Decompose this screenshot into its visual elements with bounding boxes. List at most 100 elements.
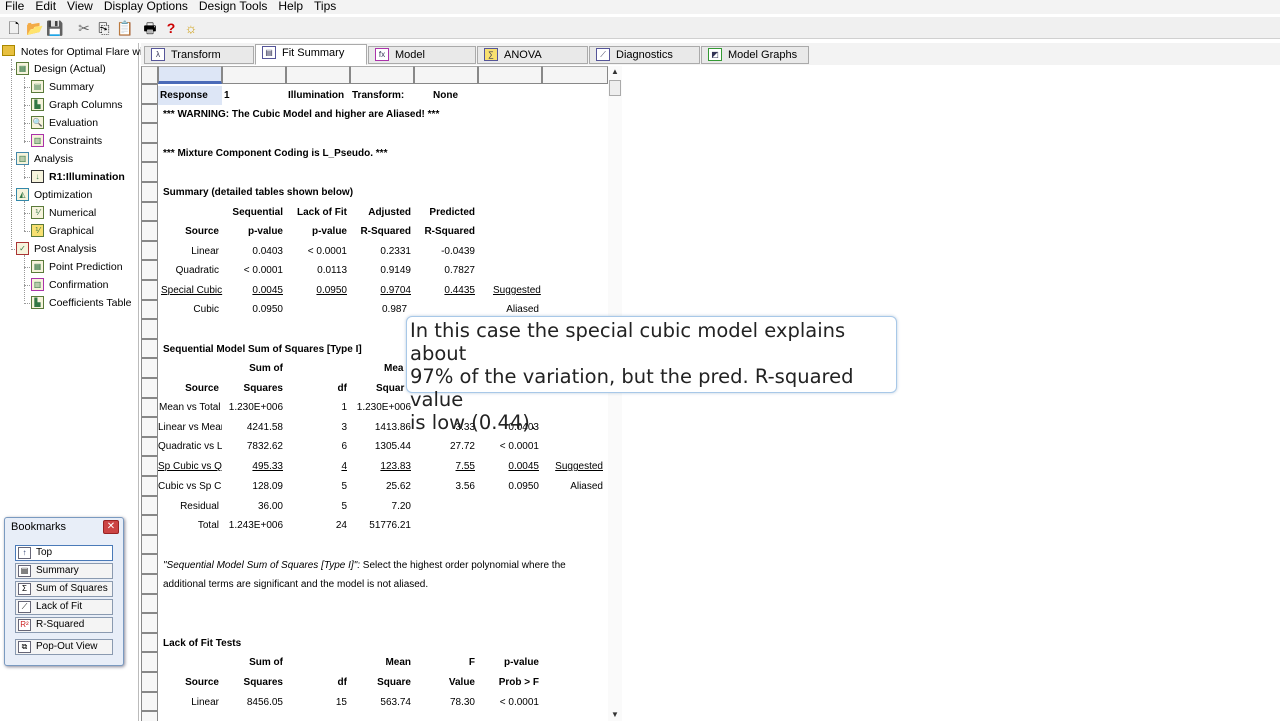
tree-point-prediction[interactable]: Point Prediction xyxy=(49,259,123,275)
row-header[interactable] xyxy=(141,338,158,359)
tab-transform[interactable]: λ Transform xyxy=(144,46,254,64)
tree-design-actual[interactable]: Design (Actual) xyxy=(34,61,106,77)
tree-constraints[interactable]: Constraints xyxy=(49,133,102,149)
bookmark-top[interactable]: ↑ Top xyxy=(15,545,113,561)
print-icon[interactable]: 🖶 xyxy=(142,20,158,36)
row-header[interactable] xyxy=(141,162,158,182)
row-header[interactable] xyxy=(141,417,158,437)
column-header[interactable] xyxy=(286,66,350,84)
tree-post-analysis[interactable]: Post Analysis xyxy=(34,241,96,257)
row-header[interactable] xyxy=(141,378,158,398)
row-header[interactable] xyxy=(141,476,158,496)
summary-cell: Cubic xyxy=(193,304,219,315)
seq-cell: 123.83 xyxy=(380,461,411,473)
row-header[interactable] xyxy=(141,123,158,143)
tree-optimization[interactable]: Optimization xyxy=(34,187,92,203)
bookmark-r-squared[interactable]: R² R-Squared xyxy=(15,617,113,633)
tab-model-graphs[interactable]: ◩ Model Graphs xyxy=(701,46,809,64)
row-header[interactable] xyxy=(141,240,158,261)
menu-view[interactable]: View xyxy=(62,0,99,14)
pop-out-view-button[interactable]: ⧉ Pop-Out View xyxy=(15,639,113,655)
tree-analysis[interactable]: Analysis xyxy=(34,151,73,167)
row-header[interactable] xyxy=(141,672,158,692)
tree-graph-columns[interactable]: Graph Columns xyxy=(49,97,123,113)
menu-file[interactable]: File xyxy=(0,0,30,14)
tab-model[interactable]: fx Model xyxy=(368,46,476,64)
row-header[interactable] xyxy=(141,358,158,378)
menu-tips[interactable]: Tips xyxy=(309,0,342,14)
menu-help[interactable]: Help xyxy=(273,0,309,14)
tree-graphical[interactable]: Graphical xyxy=(49,223,94,239)
row-header[interactable] xyxy=(141,142,158,163)
corner-cell[interactable] xyxy=(141,66,158,84)
row-header[interactable] xyxy=(141,593,158,614)
bookmark-sum-of-squares[interactable]: Σ Sum of Squares xyxy=(15,581,113,597)
column-header[interactable] xyxy=(542,66,608,84)
cut-icon[interactable]: ✂ xyxy=(76,20,92,36)
bookmark-summary[interactable]: ▤ Summary xyxy=(15,563,113,579)
close-icon[interactable]: ✕ xyxy=(103,520,119,534)
row-header[interactable] xyxy=(141,397,158,418)
tree-confirmation[interactable]: Confirmation xyxy=(49,277,109,293)
row-header[interactable] xyxy=(141,632,158,653)
copy-icon[interactable]: ⎘ xyxy=(96,20,112,36)
tree-coefficients-table[interactable]: Coefficients Table xyxy=(49,295,132,311)
row-header[interactable] xyxy=(141,319,158,339)
new-file-icon[interactable]: 🗋 xyxy=(6,20,22,36)
row-header[interactable] xyxy=(141,103,158,124)
tip-bulb-icon[interactable]: ☼ xyxy=(183,20,199,36)
tip-callout: In this case the special cubic model exp… xyxy=(406,316,897,434)
row-header[interactable] xyxy=(141,495,158,516)
tree-summary[interactable]: Summary xyxy=(49,79,94,95)
tab-fit-summary[interactable]: ▤ Fit Summary xyxy=(255,44,367,65)
tree-root-notes[interactable]: Notes for Optimal Flare wit xyxy=(2,44,145,60)
row-header[interactable] xyxy=(141,652,158,672)
scroll-thumb[interactable] xyxy=(609,80,621,96)
menu-display-options[interactable]: Display Options xyxy=(99,0,194,14)
row-header[interactable] xyxy=(141,84,158,104)
row-header[interactable] xyxy=(141,613,158,633)
tab-diagnostics[interactable]: ⟋ Diagnostics xyxy=(589,46,700,64)
tree-evaluation[interactable]: Evaluation xyxy=(49,115,98,131)
tab-anova[interactable]: ∑ ANOVA xyxy=(477,46,588,64)
row-header[interactable] xyxy=(141,456,158,476)
scroll-down-arrow-icon[interactable]: ▼ xyxy=(611,711,619,719)
scroll-up-arrow-icon[interactable]: ▲ xyxy=(611,68,619,76)
tree-numerical[interactable]: Numerical xyxy=(49,205,96,221)
row-header[interactable] xyxy=(141,299,158,320)
tree-r1-illumination[interactable]: R1:Illumination xyxy=(49,169,125,185)
seq-cell: Sp Cubic vs Qu xyxy=(158,461,222,473)
row-header[interactable] xyxy=(141,691,158,712)
row-header[interactable] xyxy=(141,260,158,280)
column-headers xyxy=(141,66,608,84)
row-header[interactable] xyxy=(141,534,158,555)
column-header[interactable] xyxy=(222,66,286,84)
seq-cell: 495.33 xyxy=(252,461,283,473)
menu-edit[interactable]: Edit xyxy=(30,0,62,14)
bookmarks-panel: Bookmarks ✕ ↑ Top ▤ Summary Σ Sum of Square… xyxy=(4,517,124,666)
open-folder-icon[interactable]: 📂 xyxy=(26,20,43,36)
row-header[interactable] xyxy=(141,554,158,574)
column-header[interactable] xyxy=(158,66,222,84)
row-header[interactable] xyxy=(141,515,158,535)
r-squared-icon: R² xyxy=(18,619,31,631)
seq-header: Mea xyxy=(384,363,404,374)
help-icon[interactable]: ? xyxy=(163,20,179,36)
evaluation-magnifier-icon: 🔍 xyxy=(31,116,44,129)
paste-icon[interactable]: 📋 xyxy=(116,20,133,36)
row-header[interactable] xyxy=(141,221,158,241)
menu-design-tools[interactable]: Design Tools xyxy=(194,0,273,14)
row-header[interactable] xyxy=(141,436,158,457)
row-header[interactable] xyxy=(141,280,158,300)
row-header[interactable] xyxy=(141,201,158,222)
column-header[interactable] xyxy=(350,66,414,84)
save-icon[interactable]: 💾 xyxy=(46,20,63,36)
bookmark-lack-of-fit[interactable]: ⟋ Lack of Fit xyxy=(15,599,113,615)
tip-line: 97% of the variation, but the pred. R-sq… xyxy=(410,365,854,411)
column-header[interactable] xyxy=(414,66,478,84)
row-header[interactable] xyxy=(141,574,158,594)
column-header[interactable] xyxy=(478,66,542,84)
row-header[interactable] xyxy=(141,711,158,721)
lof-header: F xyxy=(468,657,475,668)
row-header[interactable] xyxy=(141,182,158,202)
